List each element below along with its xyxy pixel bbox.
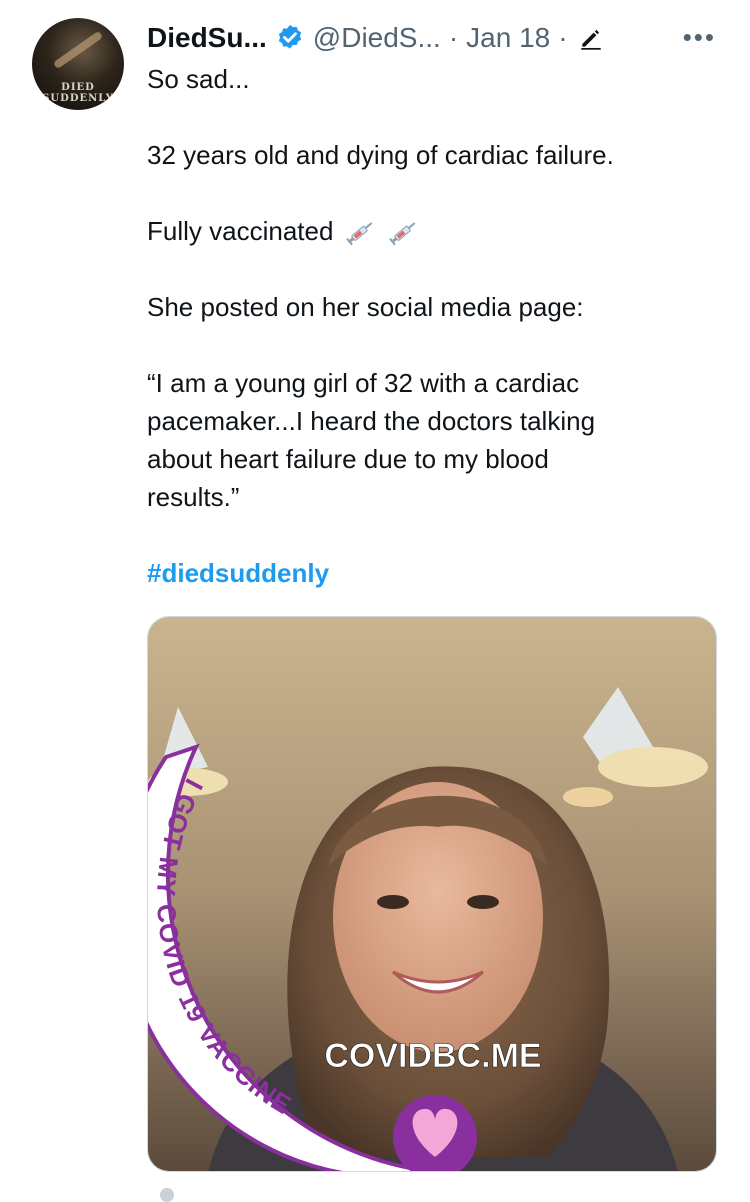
hashtag-link[interactable]: #diedsuddenly [147, 558, 329, 588]
handle[interactable]: @DiedS... [313, 22, 441, 54]
verified-badge-icon[interactable] [275, 23, 305, 53]
more-options-icon[interactable]: ••• [683, 22, 716, 53]
tweet-date[interactable]: Jan 18 [466, 22, 550, 54]
text-line: about heart failure due to my blood [147, 444, 549, 474]
tweet-header: DiedSu... @DiedS... · Jan 18 · [147, 20, 604, 56]
separator: · [448, 22, 459, 53]
pencil-icon[interactable] [578, 25, 604, 51]
text-line: pacemaker...I heard the doctors talking [147, 406, 596, 436]
tweet-text: So sad... 32 years old and dying of card… [147, 60, 717, 592]
separator: · [558, 22, 568, 53]
syringe-emoji-icon [388, 218, 420, 246]
text-line: So sad... [147, 64, 250, 94]
display-name[interactable]: DiedSu... [147, 22, 267, 54]
site-text: COVIDBC.ME [324, 1037, 541, 1075]
tweet-media-photo[interactable]: I GOT MY COVID 19 VACCINE COVIDBC.ME [147, 616, 717, 1172]
text-line: She posted on her social media page: [147, 292, 584, 322]
avatar-art [52, 30, 104, 70]
text-line-content: Fully vaccinated [147, 216, 334, 246]
syringe-emoji-icon [345, 218, 377, 246]
avatar[interactable]: DIED SUDDENLY [32, 18, 124, 110]
avatar-caption: DIED SUDDENLY [42, 82, 114, 104]
text-line: Fully vaccinated [147, 212, 717, 250]
text-line: results.” [147, 482, 240, 512]
text-line: “I am a young girl of 32 with a cardiac [147, 368, 580, 398]
text-line: 32 years old and dying of cardiac failur… [147, 140, 614, 170]
